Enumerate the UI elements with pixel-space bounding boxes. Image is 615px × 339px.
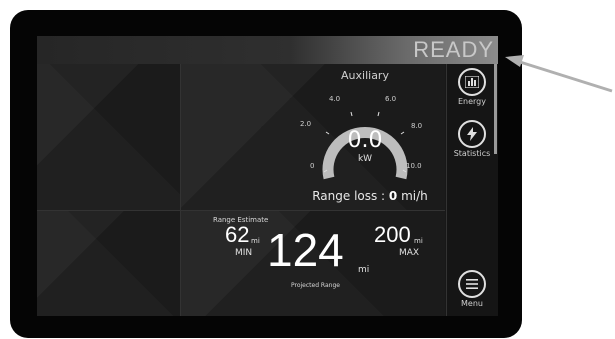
pointer-arrow — [505, 55, 613, 93]
